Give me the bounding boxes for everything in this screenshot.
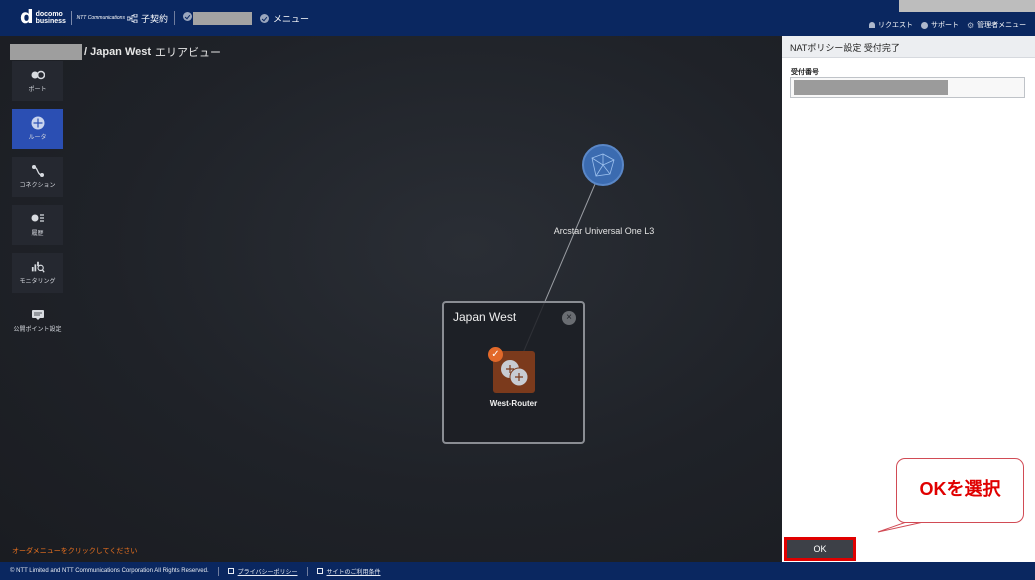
check-circle-icon (260, 14, 269, 23)
sidebar-item-label: 履歴 (31, 231, 44, 237)
logo-mark: d (20, 6, 34, 28)
footer: © NTT Limited and NTT Communications Cor… (0, 562, 1035, 580)
contract-selector[interactable]: 子契約 (126, 12, 169, 25)
privacy-label: プライバシーポリシー (237, 569, 298, 576)
help-icon (921, 21, 928, 29)
breadcrumb: / Japan West エリアビュー (10, 44, 221, 60)
terms-link[interactable]: サイトのご利用条件 (316, 567, 381, 576)
external-link-icon (227, 568, 234, 574)
request-link[interactable]: リクエスト (869, 20, 913, 30)
breadcrumb-area: / Japan West (84, 46, 152, 58)
area-view-canvas[interactable]: / Japan West エリアビュー ポート ルータ コネクション 履歴 モニ… (0, 36, 782, 562)
history-icon (31, 213, 45, 225)
sidebar-item-label: ルータ (28, 135, 47, 141)
request-label: リクエスト (878, 22, 913, 29)
sidebar-item-monitoring[interactable]: モニタリング (12, 253, 63, 293)
port-icon (31, 69, 45, 81)
router-icon (31, 116, 45, 130)
ntt-logo-text: NTT Communications (76, 14, 125, 21)
menu-button[interactable]: メニュー (260, 12, 309, 25)
network-label: Arcstar Universal One L3 (553, 226, 655, 236)
receipt-number-label: 受付番号 (791, 69, 819, 76)
receipt-number-field[interactable] (790, 77, 1025, 98)
copyright-text: © NTT Limited and NTT Communications Cor… (10, 568, 209, 574)
connection-icon (31, 165, 45, 177)
external-link-icon (316, 568, 323, 574)
panel-title: NATポリシー設定 受付完了 (782, 36, 1035, 58)
close-icon[interactable]: × (562, 311, 576, 325)
bell-icon (869, 22, 875, 28)
support-label: サポート (931, 22, 959, 29)
check-circle-icon (183, 12, 192, 21)
sidebar-item-public-point[interactable]: 公開ポイント設定 (12, 301, 63, 341)
admin-label: 管理者メニュー (977, 22, 1027, 29)
connection-line (519, 169, 602, 361)
public-point-icon (31, 309, 45, 321)
area-group[interactable]: Japan West × ✓ West-Router (442, 301, 585, 444)
logo-text: docomo business (35, 10, 66, 25)
sidebar-item-connection[interactable]: コネクション (12, 157, 63, 197)
contract-label: 子契約 (141, 14, 169, 24)
logo-divider (70, 10, 72, 25)
redacted-account-name (193, 12, 252, 25)
order-menu-hint: オーダメニューをクリックしてください (12, 548, 138, 555)
docomo-business-logo[interactable]: d docomo business NTT Communications (20, 8, 125, 27)
breadcrumb-view: エリアビュー (155, 47, 222, 59)
router-label: West-Router (489, 399, 538, 408)
area-title: Japan West (453, 310, 517, 324)
sidebar-item-history[interactable]: 履歴 (12, 205, 63, 245)
gear-icon: ⚙ (967, 20, 975, 30)
sidebar-item-router[interactable]: ルータ (12, 109, 63, 149)
monitoring-icon (31, 261, 45, 273)
check-icon: ✓ (488, 347, 503, 362)
redacted-breadcrumb-root (10, 44, 82, 60)
sidebar-item-label: モニタリング (19, 279, 56, 285)
hierarchy-icon (126, 13, 138, 24)
menu-label: メニュー (273, 14, 310, 24)
admin-menu-link[interactable]: ⚙ 管理者メニュー (967, 20, 1026, 30)
sidebar: ポート ルータ コネクション 履歴 モニタリング 公開ポイント設定 (12, 61, 64, 349)
sidebar-item-label: 公開ポイント設定 (13, 327, 62, 333)
sidebar-item-label: ポート (28, 87, 47, 93)
privacy-policy-link[interactable]: プライバシーポリシー (227, 567, 298, 576)
redacted-receipt-number (794, 80, 948, 95)
support-link[interactable]: サポート (921, 20, 959, 30)
top-header: d docomo business NTT Communications 子契約… (0, 0, 1035, 36)
header-divider (174, 11, 175, 25)
footer-divider (217, 566, 219, 576)
instruction-callout: OKを選択 (896, 458, 1024, 523)
sidebar-item-port[interactable]: ポート (12, 61, 63, 101)
network-globe-icon (591, 153, 615, 177)
footer-divider (306, 566, 308, 576)
ok-button[interactable]: OK (784, 537, 856, 561)
sidebar-item-label: コネクション (19, 183, 56, 189)
network-node[interactable] (582, 144, 624, 186)
redacted-user-info (899, 0, 1035, 12)
terms-label: サイトのご利用条件 (326, 569, 381, 576)
